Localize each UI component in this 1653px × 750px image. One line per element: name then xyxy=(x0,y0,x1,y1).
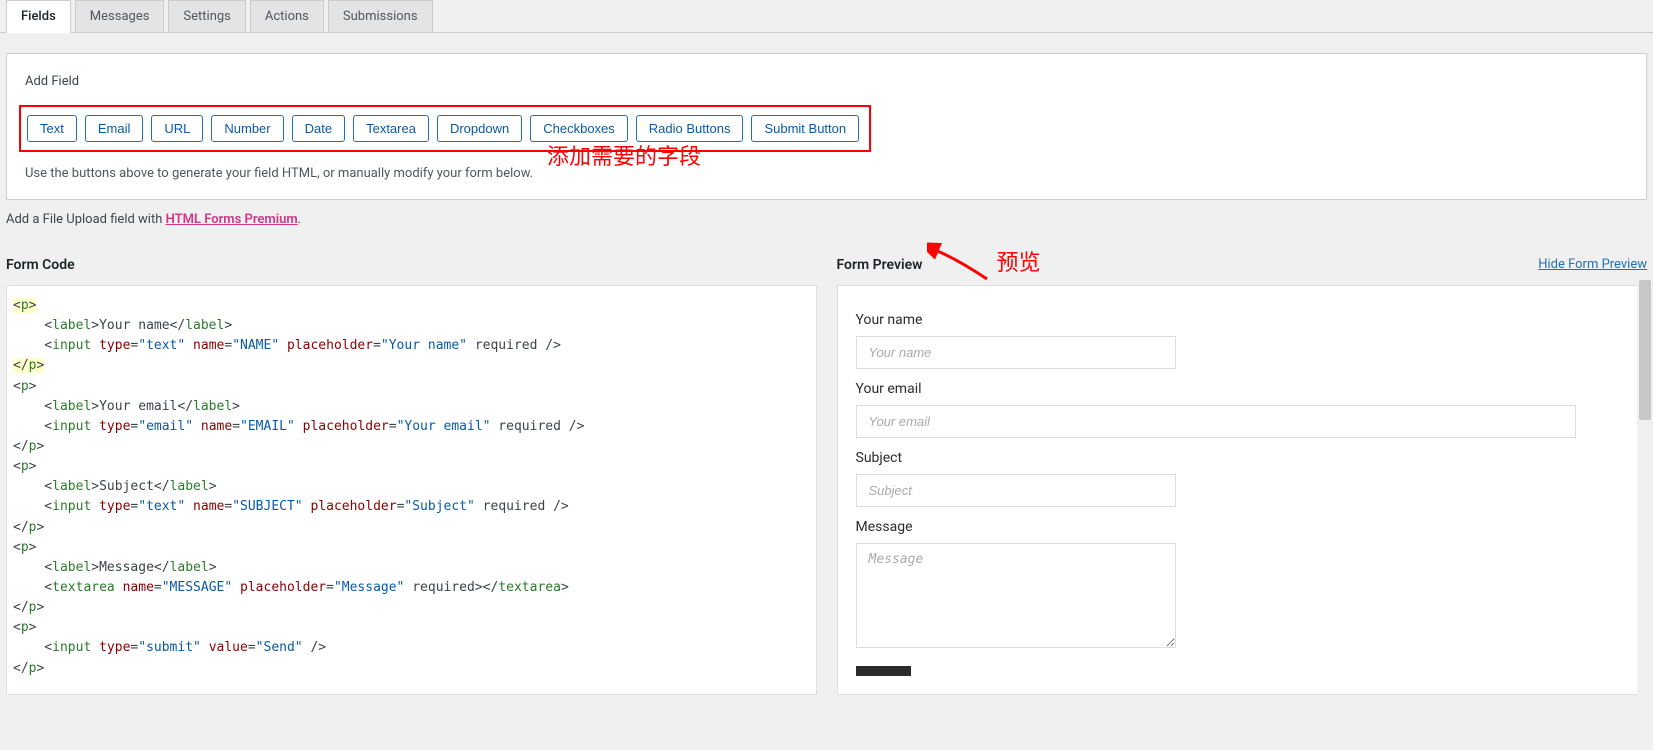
hide-preview-link[interactable]: Hide Form Preview xyxy=(1538,257,1647,272)
form-preview-box: Your name Your email Subject Message xyxy=(837,285,1648,695)
input-your-name[interactable] xyxy=(856,336,1176,369)
field-btn-number[interactable]: Number xyxy=(211,115,283,142)
annotation-add-field: 添加需要的字段 xyxy=(547,139,701,171)
field-btn-submit[interactable]: Submit Button xyxy=(751,115,859,142)
upload-note-suffix: . xyxy=(298,212,301,227)
label-your-email: Your email xyxy=(856,381,1629,397)
field-btn-text[interactable]: Text xyxy=(27,115,77,142)
add-field-panel: Add Field Text Email URL Number Date Tex… xyxy=(6,53,1647,200)
form-preview-col: Form Preview Hide Form Preview 预览 Your n… xyxy=(837,257,1648,695)
field-btn-checkboxes[interactable]: Checkboxes xyxy=(530,115,628,142)
field-btn-textarea[interactable]: Textarea xyxy=(353,115,429,142)
input-subject[interactable] xyxy=(856,474,1176,507)
field-btn-url[interactable]: URL xyxy=(151,115,203,142)
label-subject: Subject xyxy=(856,450,1629,466)
form-code-title: Form Code xyxy=(6,257,817,273)
form-code-col: Form Code <p> <label>Your name</label> <… xyxy=(6,257,817,695)
upload-note-link[interactable]: HTML Forms Premium xyxy=(166,212,298,227)
field-btn-dropdown[interactable]: Dropdown xyxy=(437,115,522,142)
input-your-email[interactable] xyxy=(856,405,1576,438)
submit-button-partial[interactable] xyxy=(856,666,911,676)
annotation-preview: 预览 xyxy=(997,245,1041,277)
upload-note: Add a File Upload field with HTML Forms … xyxy=(6,212,1647,227)
add-field-help: Use the buttons above to generate your f… xyxy=(25,166,1628,181)
tab-fields[interactable]: Fields xyxy=(6,0,71,33)
tab-settings[interactable]: Settings xyxy=(168,0,245,32)
form-code-editor[interactable]: <p> <label>Your name</label> <input type… xyxy=(6,285,817,695)
add-field-title: Add Field xyxy=(25,74,1628,89)
field-btn-email[interactable]: Email xyxy=(85,115,144,142)
tab-submissions[interactable]: Submissions xyxy=(328,0,433,32)
textarea-message[interactable] xyxy=(856,543,1176,648)
label-your-name: Your name xyxy=(856,312,1629,328)
field-btn-date[interactable]: Date xyxy=(292,115,345,142)
scrollbar[interactable] xyxy=(1637,280,1653,750)
tab-actions[interactable]: Actions xyxy=(250,0,324,32)
field-buttons-row: Text Email URL Number Date Textarea Drop… xyxy=(19,105,871,152)
form-preview-title: Form Preview xyxy=(837,257,1648,273)
field-btn-radio[interactable]: Radio Buttons xyxy=(636,115,744,142)
upload-note-prefix: Add a File Upload field with xyxy=(6,212,166,227)
tab-messages[interactable]: Messages xyxy=(75,0,165,32)
label-message: Message xyxy=(856,519,1629,535)
tabs: Fields Messages Settings Actions Submiss… xyxy=(0,0,1653,33)
scrollbar-thumb[interactable] xyxy=(1639,280,1651,420)
